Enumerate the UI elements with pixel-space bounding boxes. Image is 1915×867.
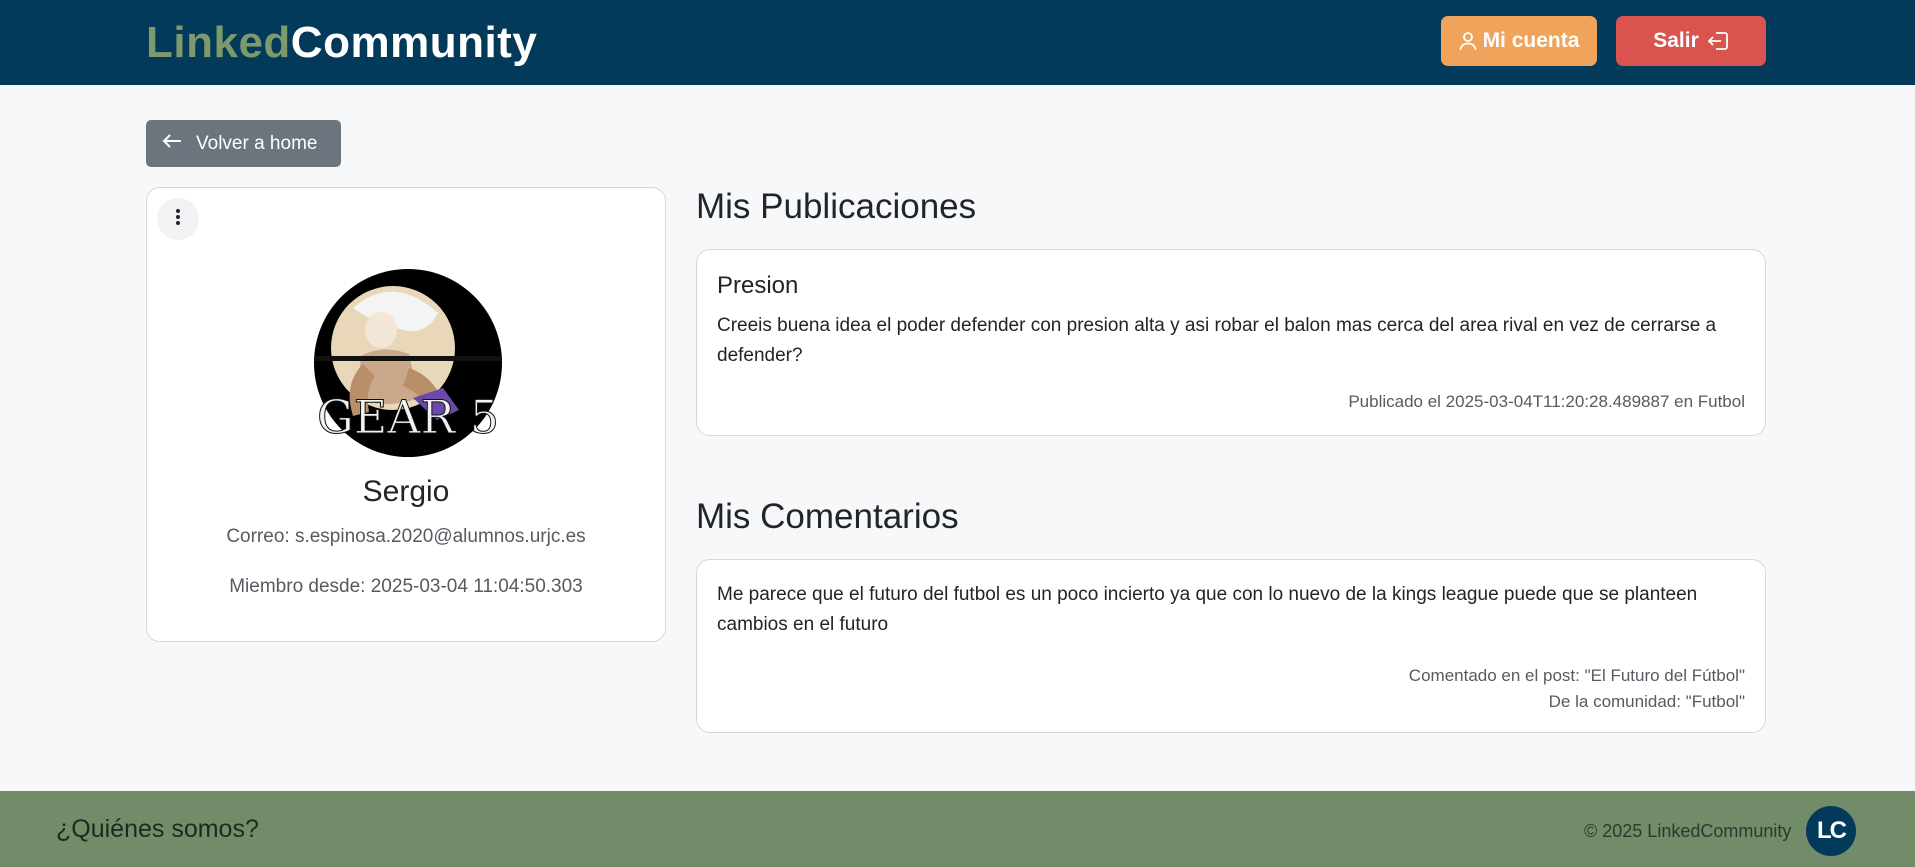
comment-community-ref: De la comunidad: "Futbol": [1548, 692, 1745, 711]
avatar: GEAR 5: [313, 268, 503, 458]
footer: ¿Quiénes somos? © 2025 LinkedCommunity L…: [0, 791, 1915, 867]
publication-title: Presion: [717, 272, 799, 299]
comment-body: Me parece que el futuro del futbol es un…: [717, 584, 1698, 635]
footer-logo: LC: [1806, 806, 1856, 856]
profile-member-since: Miembro desde: 2025-03-04 11:04:50.303: [229, 576, 583, 597]
publications-heading: Mis Publicaciones: [696, 187, 977, 226]
avatar-caption: GEAR 5: [317, 390, 499, 444]
brand-logo[interactable]: LinkedCommunity: [146, 18, 537, 68]
comment-meta: Comentado en el post: "El Futuro del Fút…: [1409, 663, 1745, 715]
user-icon: [1459, 31, 1477, 51]
logout-icon: [1707, 31, 1729, 51]
arrow-left-icon: [162, 133, 182, 155]
profile-email: Correo: s.espinosa.2020@alumnos.urjc.es: [226, 526, 586, 547]
footer-copyright: © 2025 LinkedCommunity: [1584, 821, 1792, 841]
brand-part-linked: Linked: [146, 18, 291, 67]
comments-heading: Mis Comentarios: [696, 497, 959, 536]
my-account-button[interactable]: Mi cuenta: [1441, 16, 1597, 66]
publication-body: Creeis buena idea el poder defender con …: [717, 315, 1717, 366]
back-home-button[interactable]: Volver a home: [146, 120, 341, 167]
brand-part-community: Community: [290, 18, 538, 67]
my-account-label: Mi cuenta: [1482, 29, 1580, 52]
logout-label: Salir: [1653, 29, 1699, 52]
profile-name: Sergio: [362, 475, 450, 508]
back-home-label: Volver a home: [196, 132, 318, 154]
logout-button[interactable]: Salir: [1616, 16, 1766, 66]
kebab-menu-button[interactable]: [157, 198, 199, 240]
publication-meta: Publicado el 2025-03-04T11:20:28.489887 …: [1348, 392, 1745, 411]
footer-logo-text: LC: [1817, 817, 1847, 844]
comment-post-ref: Comentado en el post: "El Futuro del Fút…: [1408, 666, 1745, 685]
about-us-link[interactable]: ¿Quiénes somos?: [56, 815, 259, 844]
profile-card: GEAR 5 Sergio Correo: s.espinosa.2020@al…: [146, 187, 666, 642]
kebab-menu-icon: [175, 208, 181, 231]
top-navbar: LinkedCommunity Mi cuenta Salir: [0, 0, 1915, 85]
comment-card[interactable]: Me parece que el futuro del futbol es un…: [696, 559, 1766, 733]
publication-card[interactable]: Presion Creeis buena idea el poder defen…: [696, 249, 1766, 436]
